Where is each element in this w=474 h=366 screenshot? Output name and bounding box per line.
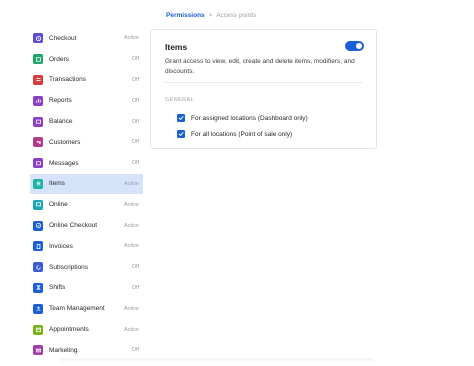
sidebar-item-customers[interactable]: Customers Off — [30, 132, 143, 153]
sidebar-item-appointments[interactable]: Appointments Active — [30, 319, 143, 340]
sidebar-item-team-management[interactable]: Team Management Active — [30, 298, 143, 319]
sidebar-item-status: Active — [124, 180, 139, 187]
option-label: For assigned locations (Dashboard only) — [191, 114, 308, 122]
toggle-knob — [356, 43, 362, 49]
sidebar-item-status: Off — [131, 139, 139, 146]
sidebar-item-messages[interactable]: Messages Off — [30, 153, 143, 174]
checkbox-all-locations[interactable] — [177, 130, 185, 138]
sidebar-item-status: Active — [124, 326, 139, 333]
chevron-right-icon: > — [208, 12, 213, 19]
option-all-locations[interactable]: For all locations (Point of sale only) — [177, 130, 292, 138]
card-description: Grant access to view, edit, create and d… — [165, 58, 355, 75]
sidebar-item-online[interactable]: Online Active — [30, 194, 143, 215]
sidebar-item-label: Reports — [49, 97, 72, 105]
sidebar-item-label: Invoices — [49, 242, 73, 250]
sidebar-item-status: Active — [124, 305, 139, 312]
shifts-icon — [33, 282, 43, 293]
checkbox-assigned-locations[interactable] — [177, 114, 185, 122]
team-management-icon — [33, 303, 43, 314]
sidebar-item-label: Appointments — [49, 326, 89, 334]
marketing-icon — [33, 345, 43, 356]
sidebar-item-items[interactable]: Items Active — [30, 173, 143, 195]
sidebar-item-invoices[interactable]: Invoices Active — [30, 236, 143, 257]
sidebar-item-label: Marketing — [49, 346, 78, 354]
sidebar-item-label: Messages — [49, 159, 79, 167]
appointments-icon — [33, 324, 43, 335]
sidebar-item-label: Orders — [49, 55, 69, 63]
sidebar-item-status: Off — [131, 347, 139, 354]
reports-icon — [33, 95, 43, 106]
items-icon — [33, 178, 43, 189]
sidebar-item-label: Online — [49, 201, 68, 209]
sidebar-item-label: Shifts — [49, 284, 66, 292]
sidebar-item-online-checkout[interactable]: Online Checkout Active — [30, 215, 143, 236]
sidebar-item-label: Team Management — [49, 305, 105, 313]
option-assigned-locations[interactable]: For assigned locations (Dashboard only) — [177, 114, 308, 122]
sidebar-item-status: Off — [131, 56, 139, 63]
sidebar-item-status: Off — [131, 76, 139, 83]
sidebar-item-subscriptions[interactable]: Subscriptions Off — [30, 257, 143, 278]
sidebar-item-label: Checkout — [49, 34, 77, 42]
sidebar-item-label: Online Checkout — [49, 222, 98, 230]
checkmark-icon — [178, 132, 184, 136]
sidebar-item-status: Active — [124, 222, 139, 229]
breadcrumb-current: Access points — [216, 12, 257, 19]
sidebar-item-label: Balance — [49, 118, 73, 126]
sidebar: Checkout Active Orders Off Transactions Off Re… — [30, 28, 143, 361]
section-label-general: GENERAL — [165, 97, 195, 103]
online-icon — [33, 199, 43, 210]
messages-icon — [33, 158, 43, 169]
sidebar-item-status: Active — [124, 201, 139, 208]
sidebar-item-status: Active — [124, 243, 139, 250]
divider — [165, 82, 362, 83]
checkout-icon — [33, 33, 43, 44]
permission-card: Items Grant access to view, edit, create… — [150, 29, 377, 149]
sidebar-item-orders[interactable]: Orders Off — [30, 49, 143, 70]
invoices-icon — [33, 241, 43, 252]
orders-icon — [33, 54, 43, 65]
sidebar-item-status: Off — [131, 118, 139, 125]
sidebar-item-label: Subscriptions — [49, 263, 89, 271]
sidebar-item-status: Off — [131, 97, 139, 104]
sidebar-item-checkout[interactable]: Checkout Active — [30, 28, 143, 49]
sidebar-item-transactions[interactable]: Transactions Off — [30, 70, 143, 91]
sidebar-item-reports[interactable]: Reports Off — [30, 90, 143, 111]
breadcrumb-link-permissions[interactable]: Permissions — [166, 12, 205, 19]
sidebar-item-status: Off — [131, 284, 139, 291]
transactions-icon — [33, 74, 43, 85]
option-label: For all locations (Point of sale only) — [191, 130, 293, 138]
sidebar-item-status: Off — [131, 160, 139, 167]
checkmark-icon — [178, 116, 184, 120]
subscriptions-icon — [33, 262, 43, 273]
online-checkout-icon — [33, 220, 43, 231]
card-title: Items — [165, 42, 188, 52]
scroll-shadow — [60, 358, 374, 363]
sidebar-item-label: Transactions — [49, 76, 86, 84]
sidebar-item-balance[interactable]: Balance Off — [30, 111, 143, 132]
sidebar-item-shifts[interactable]: Shifts Off — [30, 278, 143, 299]
balance-icon — [33, 116, 43, 127]
sidebar-item-status: Active — [124, 35, 139, 42]
items-toggle[interactable] — [345, 41, 364, 51]
sidebar-item-status: Off — [131, 264, 139, 271]
sidebar-item-label: Items — [49, 180, 65, 188]
customers-icon — [33, 137, 43, 148]
sidebar-item-label: Customers — [49, 138, 81, 146]
breadcrumb: Permissions > Access points — [166, 12, 256, 19]
